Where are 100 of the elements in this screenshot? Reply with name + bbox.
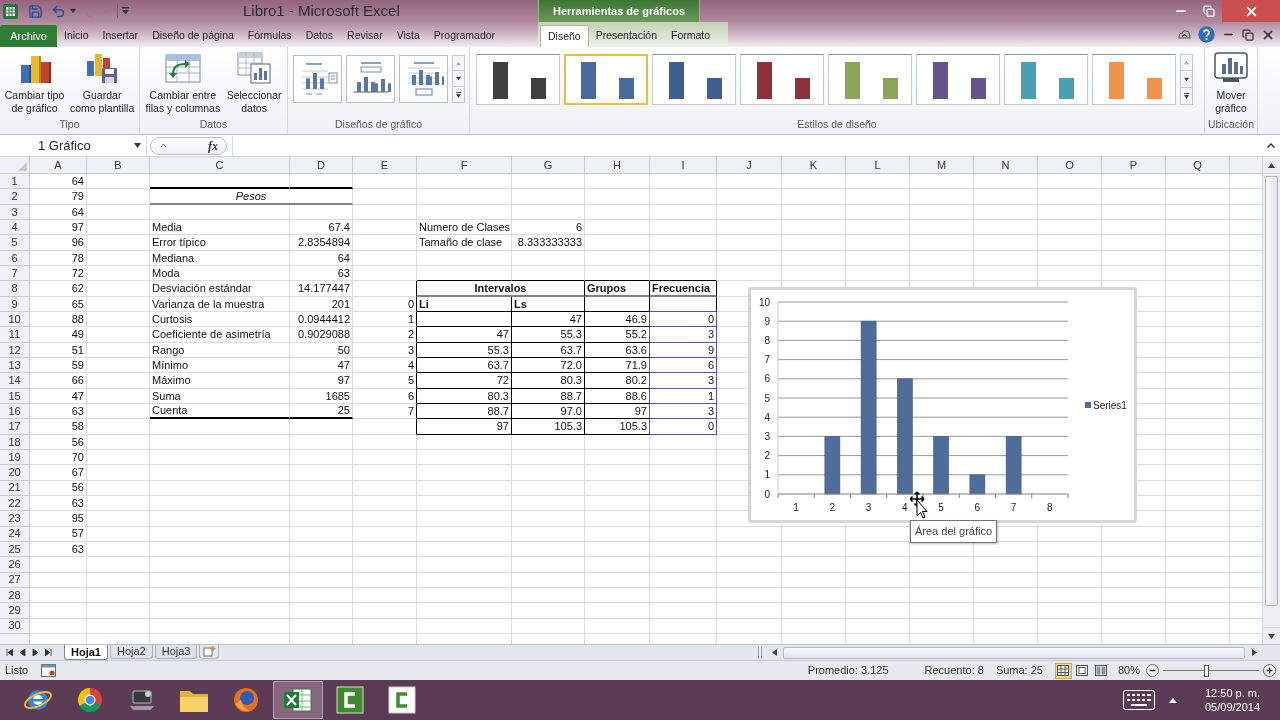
sheet-tab[interactable]: Hoja3	[154, 645, 198, 659]
column-header[interactable]: A	[30, 157, 87, 174]
function-button[interactable]: fx	[150, 136, 227, 155]
column-header[interactable]: K	[782, 157, 846, 174]
help-icon[interactable]	[1198, 26, 1215, 43]
caret-down-icon[interactable]	[134, 142, 141, 149]
zoom-out-icon[interactable]	[1146, 664, 1159, 677]
new-sheet-icon[interactable]	[202, 646, 216, 657]
taskbar-button[interactable]	[273, 681, 323, 719]
caret-up-icon[interactable]	[1268, 161, 1275, 169]
style-thumbnail[interactable]	[564, 54, 648, 105]
file-tab[interactable]: Archivo	[0, 25, 57, 47]
more-button[interactable]	[452, 87, 465, 103]
row-header[interactable]: 29	[0, 603, 30, 619]
layout-thumbnail[interactable]	[293, 55, 342, 103]
restore-icon[interactable]	[1242, 28, 1254, 41]
column-header[interactable]: M	[910, 157, 974, 174]
style-thumbnail[interactable]	[1092, 54, 1176, 105]
ribbon-button[interactable]: Mover gráfico	[1213, 47, 1249, 115]
ribbon-tab[interactable]: Formato	[664, 25, 718, 47]
save-icon[interactable]	[28, 3, 43, 19]
scroll-down-button[interactable]	[452, 71, 465, 87]
ribbon-button[interactable]: Cambiar tipo de gráfico	[3, 47, 66, 115]
customize-menu-icon[interactable]	[122, 7, 129, 15]
close-button[interactable]	[1222, 0, 1280, 22]
first-sheet-icon[interactable]	[6, 649, 13, 656]
new-sheet-button[interactable]	[199, 645, 220, 659]
ribbon-tab[interactable]: Fórmulas	[240, 25, 299, 47]
more-icon[interactable]	[1184, 93, 1189, 99]
ribbon-tab[interactable]: Datos	[298, 25, 341, 47]
caret-down-icon[interactable]	[1184, 76, 1189, 82]
keyboard-icon[interactable]	[1123, 690, 1155, 710]
style-thumbnail[interactable]	[916, 54, 1000, 105]
style-thumbnail[interactable]	[652, 54, 736, 105]
style-thumbnail[interactable]	[828, 54, 912, 105]
sheet-tab[interactable]: Hoja1	[64, 645, 108, 660]
restore-icon[interactable]	[1203, 5, 1215, 17]
row-header[interactable]: 5	[0, 235, 30, 251]
row-header[interactable]: 17	[0, 419, 30, 435]
column-header[interactable]: F	[417, 157, 512, 174]
previous-sheet-icon[interactable]	[19, 649, 26, 656]
caret-left-icon[interactable]	[770, 649, 778, 656]
layout-thumbnail[interactable]	[399, 55, 448, 103]
column-header[interactable]: O	[1038, 157, 1102, 174]
split-handle[interactable]	[758, 646, 762, 659]
chevron-up-icon[interactable]	[1267, 143, 1275, 148]
zoom-in-icon[interactable]	[1263, 664, 1276, 677]
caret-right-icon[interactable]	[1250, 649, 1258, 656]
spreadsheet-app-icon[interactable]	[3, 3, 18, 19]
column-header[interactable]: I	[650, 157, 717, 174]
scroll-down-button[interactable]	[1180, 71, 1193, 88]
column-header[interactable]: Q	[1166, 157, 1230, 174]
ribbon-tab[interactable]: Presentación	[588, 25, 664, 47]
ribbon-button[interactable]: Guardar como plantilla	[69, 47, 136, 115]
column-header[interactable]: N	[974, 157, 1038, 174]
last-sheet-icon[interactable]	[45, 649, 52, 656]
row-header[interactable]: 23	[0, 511, 30, 527]
ribbon-tab[interactable]: Inicio	[57, 25, 96, 47]
row-header[interactable]: 14	[0, 373, 30, 389]
scrollbar-thumb[interactable]	[783, 646, 1245, 659]
sheet-tab[interactable]: Hoja2	[109, 645, 153, 659]
ribbon-button[interactable]: Seleccionar datos	[225, 47, 283, 115]
ribbon-button[interactable]: Cambiar entre filas y columnas	[144, 47, 222, 115]
style-thumbnail[interactable]	[476, 54, 560, 105]
scrollbar-thumb[interactable]	[1265, 176, 1278, 606]
chart-area[interactable]: 0 1 2 3 4 5 6 7 8 9 10 1 2 3 4 5 6 7 8 Series1	[748, 287, 1137, 523]
zoom-slider[interactable]	[1163, 664, 1259, 677]
chevron-up-icon[interactable]	[1169, 697, 1177, 703]
next-sheet-icon[interactable]	[32, 649, 39, 656]
name-box[interactable]: 1 Gráfico	[0, 135, 147, 156]
ribbon-tab[interactable]: Diseño	[540, 25, 589, 47]
more-button[interactable]	[1180, 88, 1193, 105]
column-header[interactable]: L	[846, 157, 910, 174]
column-header[interactable]: G	[512, 157, 585, 174]
column-header[interactable]: B	[87, 157, 150, 174]
caret-down-icon[interactable]	[456, 76, 461, 81]
style-thumbnail[interactable]	[740, 54, 824, 105]
ribbon-tab[interactable]: Insertar	[95, 25, 146, 47]
column-header[interactable]: D	[290, 157, 353, 174]
row-header[interactable]: 20	[0, 465, 30, 481]
row-header[interactable]: 11	[0, 327, 30, 343]
ribbon-tab[interactable]: Revisar	[340, 25, 390, 47]
column-header[interactable]: H	[585, 157, 650, 174]
column-header[interactable]: C	[150, 157, 290, 174]
row-header[interactable]: 8	[0, 281, 30, 297]
layout-thumbnail[interactable]	[346, 55, 395, 103]
ribbon-tab[interactable]: Programador	[426, 25, 503, 47]
row-header[interactable]: 2	[0, 189, 30, 205]
row-header[interactable]: 1	[0, 174, 30, 190]
column-header[interactable]: E	[353, 157, 417, 174]
ribbon-tab[interactable]: Diseño de página	[145, 25, 241, 47]
column-header[interactable]: P	[1102, 157, 1166, 174]
row-header[interactable]: 26	[0, 557, 30, 573]
slider-thumb[interactable]	[1204, 664, 1210, 677]
style-thumbnail[interactable]	[1004, 54, 1088, 105]
record-macro-icon[interactable]	[41, 664, 57, 677]
collapse-ribbon-icon[interactable]	[1178, 30, 1191, 39]
ribbon-tab[interactable]: Vista	[389, 25, 427, 47]
column-header[interactable]: J	[717, 157, 782, 174]
caret-down-icon[interactable]	[1268, 632, 1275, 640]
